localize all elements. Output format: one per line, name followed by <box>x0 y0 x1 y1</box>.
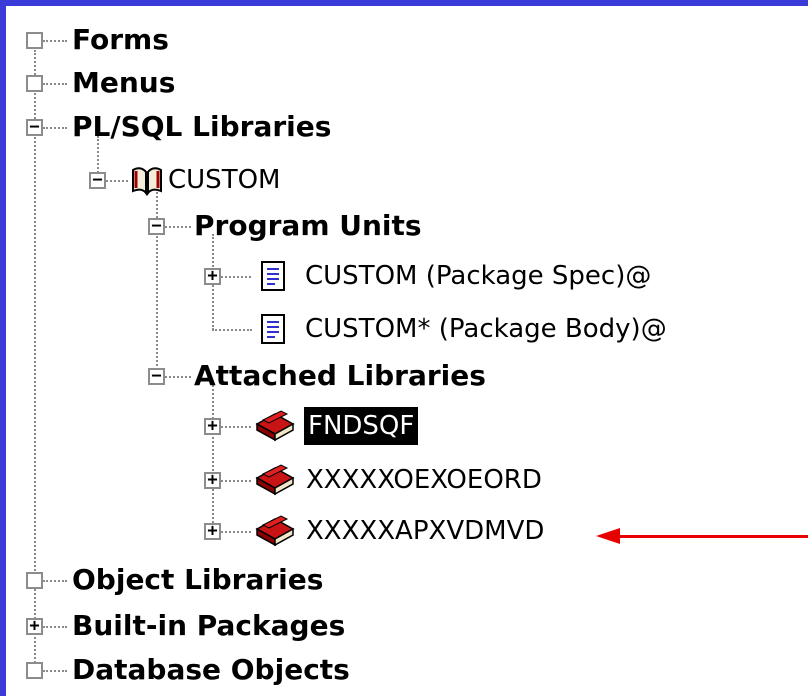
object-navigator-tree: Forms Menus − PL/SQL Libraries − CUSTOM … <box>6 6 808 696</box>
node-fndsqf[interactable]: FNDSQF <box>304 407 419 445</box>
tree-line <box>43 40 67 42</box>
node-custom-body[interactable]: CUSTOM* (Package Body)@ <box>305 310 667 348</box>
document-icon <box>258 260 288 296</box>
node-custom[interactable]: CUSTOM <box>168 161 280 199</box>
expander-oexoeord[interactable]: + <box>204 472 221 489</box>
tree-line <box>221 426 251 428</box>
tree-line <box>212 329 252 331</box>
expander-custom[interactable]: − <box>89 172 106 189</box>
node-oexoeord[interactable]: XXXXXOEXOEORD <box>306 461 542 499</box>
node-builtin-packages[interactable]: Built-in Packages <box>72 607 345 645</box>
expander-fndsqf[interactable]: + <box>204 418 221 435</box>
node-attached-libraries[interactable]: Attached Libraries <box>194 357 486 395</box>
node-object-libraries[interactable]: Object Libraries <box>72 561 323 599</box>
red-books-icon <box>255 410 295 446</box>
node-custom-spec[interactable]: CUSTOM (Package Spec)@ <box>305 257 651 295</box>
expander-menus[interactable] <box>26 75 43 92</box>
expander-custom-spec[interactable]: + <box>204 268 221 285</box>
expander-attached-libraries[interactable]: − <box>148 368 165 385</box>
document-icon <box>258 313 288 349</box>
tree-line <box>106 180 128 182</box>
expander-builtin-packages[interactable]: + <box>26 618 43 635</box>
tree-line <box>221 480 251 482</box>
arrow-head <box>596 528 620 544</box>
expander-program-units[interactable]: − <box>148 218 165 235</box>
expander-database-objects[interactable] <box>26 662 43 679</box>
node-apxvdmvd[interactable]: XXXXXAPXVDMVD <box>306 512 544 550</box>
arrow-shaft <box>618 535 808 538</box>
node-menus[interactable]: Menus <box>72 64 175 102</box>
tree-line <box>212 385 214 531</box>
expander-apxvdmvd[interactable]: + <box>204 523 221 540</box>
expander-plsql-libraries[interactable]: − <box>26 119 43 136</box>
tree-line <box>165 376 191 378</box>
node-plsql-libraries[interactable]: PL/SQL Libraries <box>72 108 331 146</box>
node-forms[interactable]: Forms <box>72 21 169 59</box>
node-program-units[interactable]: Program Units <box>194 207 422 245</box>
expander-forms[interactable] <box>26 32 43 49</box>
tree-line <box>43 626 67 628</box>
red-books-icon <box>255 515 295 551</box>
node-database-objects[interactable]: Database Objects <box>72 651 350 689</box>
red-books-icon <box>255 464 295 500</box>
expander-object-libraries[interactable] <box>26 572 43 589</box>
tree-line <box>43 580 67 582</box>
tree-line <box>165 226 191 228</box>
tree-line <box>221 276 251 278</box>
tree-line <box>43 670 67 672</box>
tree-line <box>43 127 67 129</box>
open-book-icon <box>130 164 164 200</box>
tree-line <box>43 83 67 85</box>
tree-line <box>221 531 251 533</box>
